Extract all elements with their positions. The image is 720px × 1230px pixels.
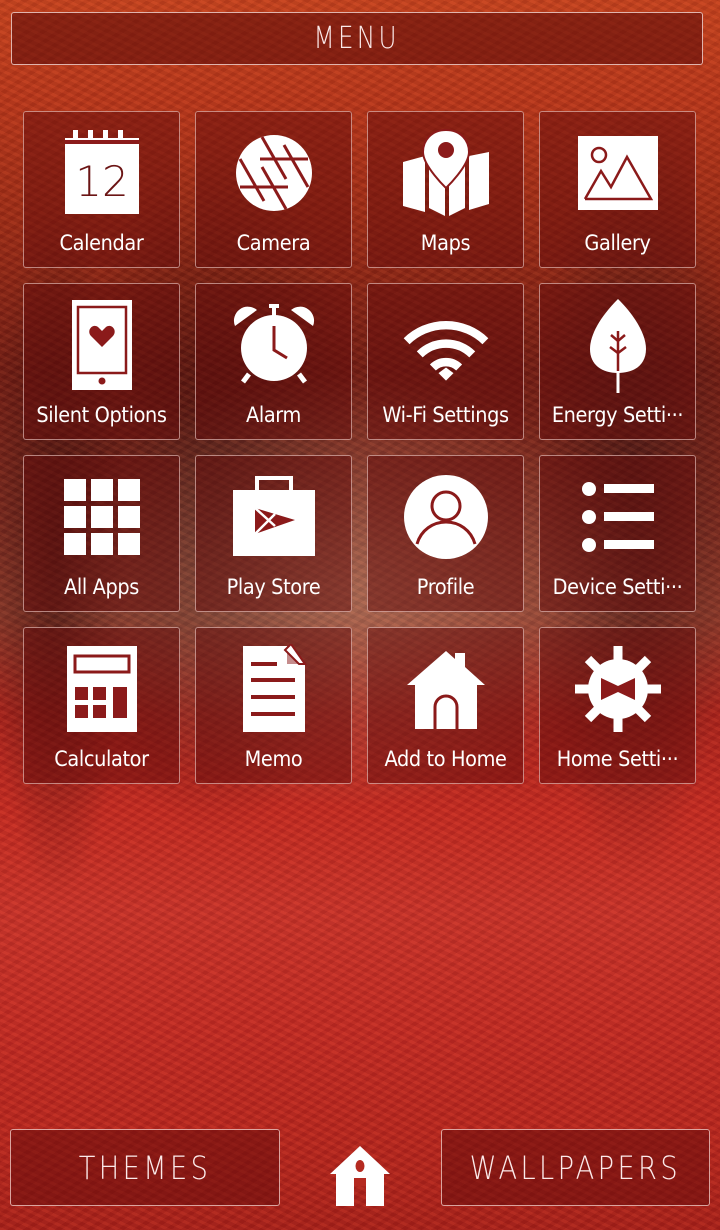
memo-document-icon (229, 644, 319, 734)
app-tile-energy-settings[interactable]: Energy Setti··· (539, 283, 696, 440)
user-profile-icon (401, 472, 491, 562)
app-label: Add to Home (384, 747, 507, 771)
home-icon (330, 1146, 390, 1206)
map-pin-icon (401, 128, 491, 218)
app-tile-play-store[interactable]: Play Store (195, 455, 352, 612)
wallpapers-button[interactable]: WALLPAPERS (441, 1129, 710, 1206)
app-grid: 12 Calendar Camera Maps Gallery Silent O… (23, 111, 696, 784)
camera-shutter-icon (229, 128, 319, 218)
app-tile-device-settings[interactable]: Device Setti··· (539, 455, 696, 612)
list-icon (573, 472, 663, 562)
app-label: Energy Setti··· (551, 403, 684, 427)
menu-title: MENU (313, 21, 401, 56)
themes-button[interactable]: THEMES (10, 1129, 280, 1206)
phone-heart-icon (57, 300, 147, 390)
play-store-bag-icon (229, 472, 319, 562)
app-label: Maps (420, 231, 471, 255)
gallery-image-icon (573, 128, 663, 218)
app-label: Calendar (59, 231, 144, 255)
app-tile-camera[interactable]: Camera (195, 111, 352, 268)
calendar-day: 12 (75, 157, 128, 206)
app-label: Home Setti··· (556, 747, 679, 771)
app-label: All Apps (64, 575, 139, 599)
app-label: Play Store (226, 575, 321, 599)
app-tile-add-to-home[interactable]: Add to Home (367, 627, 524, 784)
app-tile-wifi-settings[interactable]: Wi-Fi Settings (367, 283, 524, 440)
calendar-icon: 12 (57, 128, 147, 218)
app-tile-calculator[interactable]: Calculator (23, 627, 180, 784)
alarm-clock-icon (229, 300, 319, 390)
wallpapers-label: WALLPAPERS (469, 1148, 682, 1187)
home-button[interactable] (325, 1140, 395, 1210)
app-tile-calendar[interactable]: 12 Calendar (23, 111, 180, 268)
menu-header-button[interactable]: MENU (11, 12, 703, 65)
app-label: Memo (244, 747, 303, 771)
grid-icon (57, 472, 147, 562)
app-label: Silent Options (36, 403, 167, 427)
leaf-icon (573, 299, 663, 393)
app-tile-home-settings[interactable]: Home Setti··· (539, 627, 696, 784)
app-tile-memo[interactable]: Memo (195, 627, 352, 784)
app-tile-alarm[interactable]: Alarm (195, 283, 352, 440)
app-label: Camera (236, 231, 311, 255)
app-label: Alarm (245, 403, 301, 427)
gear-bowtie-icon (573, 644, 663, 734)
house-icon (401, 644, 491, 734)
app-label: Wi-Fi Settings (382, 403, 509, 427)
app-tile-maps[interactable]: Maps (367, 111, 524, 268)
app-label: Device Setti··· (552, 575, 683, 599)
wifi-icon (401, 300, 491, 390)
app-label: Calculator (54, 747, 149, 771)
themes-label: THEMES (78, 1148, 212, 1187)
app-tile-gallery[interactable]: Gallery (539, 111, 696, 268)
app-label: Profile (416, 575, 475, 599)
app-tile-profile[interactable]: Profile (367, 455, 524, 612)
app-tile-silent-options[interactable]: Silent Options (23, 283, 180, 440)
calculator-icon (57, 644, 147, 734)
app-tile-all-apps[interactable]: All Apps (23, 455, 180, 612)
app-label: Gallery (584, 231, 651, 255)
